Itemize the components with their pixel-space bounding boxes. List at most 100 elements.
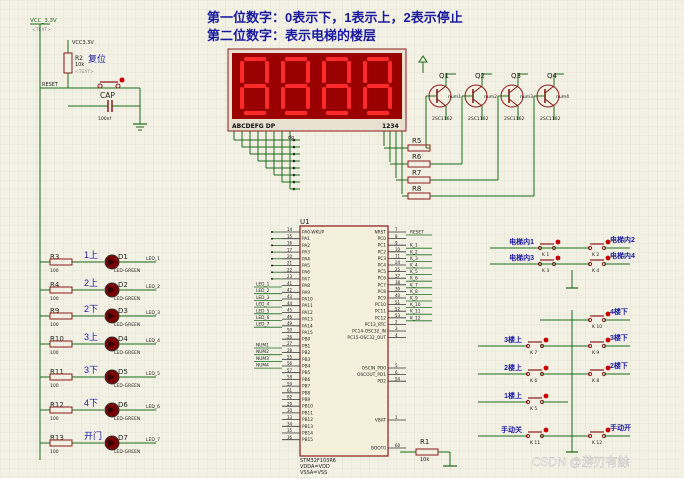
pin-number: 62 bbox=[287, 395, 293, 400]
pin-number: 50 bbox=[287, 328, 293, 333]
pin-number: 37 bbox=[395, 273, 401, 278]
segment-c bbox=[388, 87, 392, 109]
button-indicator-icon bbox=[543, 393, 549, 399]
segment-f bbox=[281, 61, 285, 83]
led-label: 4下 bbox=[84, 398, 98, 408]
led-resistor-ref: R9 bbox=[50, 307, 59, 315]
pin-number: 40 bbox=[395, 293, 401, 298]
pin-number: 21 bbox=[287, 261, 293, 266]
pin-number: 51 bbox=[395, 300, 401, 305]
pin-number: 14 bbox=[287, 227, 293, 232]
segment-a bbox=[367, 57, 389, 61]
r2-name: R2 bbox=[75, 55, 83, 62]
pin-number: 39 bbox=[395, 287, 401, 292]
csdn-watermark: CSDN @游刃有餘 bbox=[532, 454, 630, 469]
led-model: LED-GREEN bbox=[114, 296, 140, 302]
pin-name: PC4 bbox=[378, 263, 387, 269]
button-label: 1楼上 bbox=[504, 391, 522, 400]
led-ref: D4 bbox=[118, 335, 128, 343]
led-label: 3上 bbox=[84, 332, 98, 342]
button-indicator-icon bbox=[543, 365, 549, 371]
pin-number: 11 bbox=[395, 254, 401, 259]
pin-number: 56 bbox=[287, 361, 293, 366]
led-net: LED_5 bbox=[146, 371, 160, 377]
pin-number: 36 bbox=[287, 435, 293, 440]
pin-name: PB15 bbox=[302, 437, 313, 443]
pin-number: 46 bbox=[287, 314, 293, 319]
segment-g bbox=[285, 84, 307, 88]
pin-name: PC3 bbox=[378, 256, 387, 262]
pin-name: PB1 bbox=[302, 343, 311, 349]
pin-number: 54 bbox=[395, 376, 401, 381]
cap-name: CAP bbox=[100, 91, 115, 100]
transistor-ref: Q4 bbox=[547, 72, 558, 80]
transistor-model: 2SC1162 bbox=[468, 116, 488, 122]
segment-e bbox=[363, 87, 367, 109]
segment-d bbox=[285, 111, 307, 115]
led-resistor-ref: R12 bbox=[50, 401, 64, 409]
transistor-model: 2SC1162 bbox=[504, 116, 524, 122]
led-resistor-value: 100 bbox=[50, 383, 59, 389]
pin-name: PA12 bbox=[302, 310, 313, 316]
pin-name: PC8 bbox=[378, 289, 387, 295]
pin-name: PD2 bbox=[377, 379, 386, 385]
pin-number: 15 bbox=[287, 234, 293, 239]
button-indicator-icon bbox=[543, 337, 549, 343]
pin-number: 23 bbox=[287, 274, 293, 279]
pin-number: 20 bbox=[287, 254, 293, 259]
led-net: LED_1 bbox=[146, 256, 160, 262]
pin-number: 55 bbox=[287, 355, 293, 360]
segment-e bbox=[322, 87, 326, 109]
pin-name: PB12 bbox=[302, 417, 313, 423]
pin-name: PA14 bbox=[302, 323, 313, 329]
button-label: 4楼下 bbox=[610, 307, 628, 316]
pin-name: PA4 bbox=[302, 256, 310, 262]
segment-c bbox=[347, 87, 351, 109]
button-label: 手动开 bbox=[610, 423, 631, 432]
segment-b bbox=[306, 61, 310, 83]
pin-name: PB9 bbox=[302, 397, 311, 403]
pin-number: 24 bbox=[395, 260, 401, 265]
pin-name: PC6 bbox=[378, 276, 387, 282]
button-key: K 9 bbox=[592, 350, 599, 356]
pin-number: 10 bbox=[395, 247, 401, 252]
button-key: K 6 bbox=[530, 378, 537, 384]
pin-name: PB5 bbox=[302, 370, 311, 376]
junction-dot bbox=[271, 231, 273, 233]
resistor-ref: R6 bbox=[412, 153, 422, 161]
pin-number: 25 bbox=[395, 267, 401, 272]
pin-name: PA1 bbox=[302, 236, 310, 242]
transistor-model: 2SC1162 bbox=[540, 116, 560, 122]
segment-b bbox=[265, 61, 269, 83]
button-label: 电梯内2 bbox=[610, 235, 635, 244]
pin-number: 43 bbox=[287, 294, 293, 299]
pin-number: 42 bbox=[287, 288, 293, 293]
led-resistor-value: 100 bbox=[50, 322, 59, 328]
led-ref: D2 bbox=[118, 281, 128, 289]
pin-name: PC9 bbox=[378, 296, 387, 302]
button-key: K 8 bbox=[592, 378, 599, 384]
pin-name: OSCOUT_PD1 bbox=[357, 372, 386, 378]
led-resistor-ref: R10 bbox=[50, 335, 64, 343]
pin-name: PC7 bbox=[378, 282, 387, 288]
vcc2-label: VCC3.3V bbox=[72, 40, 94, 46]
led-net: LED_2 bbox=[146, 284, 160, 290]
pin-number: 29 bbox=[287, 401, 293, 406]
button-label: 2楼上 bbox=[504, 363, 522, 372]
transistor-net: num4 bbox=[556, 94, 569, 100]
pin-number: 41 bbox=[287, 281, 293, 286]
pin-number: 44 bbox=[287, 301, 293, 306]
segment-a bbox=[285, 57, 307, 61]
pin-name: BOOT0 bbox=[371, 446, 386, 452]
reset-net-label: RESET bbox=[42, 82, 59, 88]
pin-number: 49 bbox=[287, 321, 293, 326]
transistor-model: 2SC1162 bbox=[432, 116, 452, 122]
junction-dot bbox=[271, 244, 273, 247]
r2-text-tag: <TEXT> bbox=[75, 69, 94, 75]
pin-name: PA5 bbox=[302, 263, 310, 269]
led-ref: D5 bbox=[118, 368, 128, 376]
segment-g bbox=[244, 84, 266, 88]
button-key: K 4 bbox=[592, 268, 599, 274]
pin-name: PC11 bbox=[375, 309, 386, 315]
led-label: 1上 bbox=[84, 250, 98, 260]
